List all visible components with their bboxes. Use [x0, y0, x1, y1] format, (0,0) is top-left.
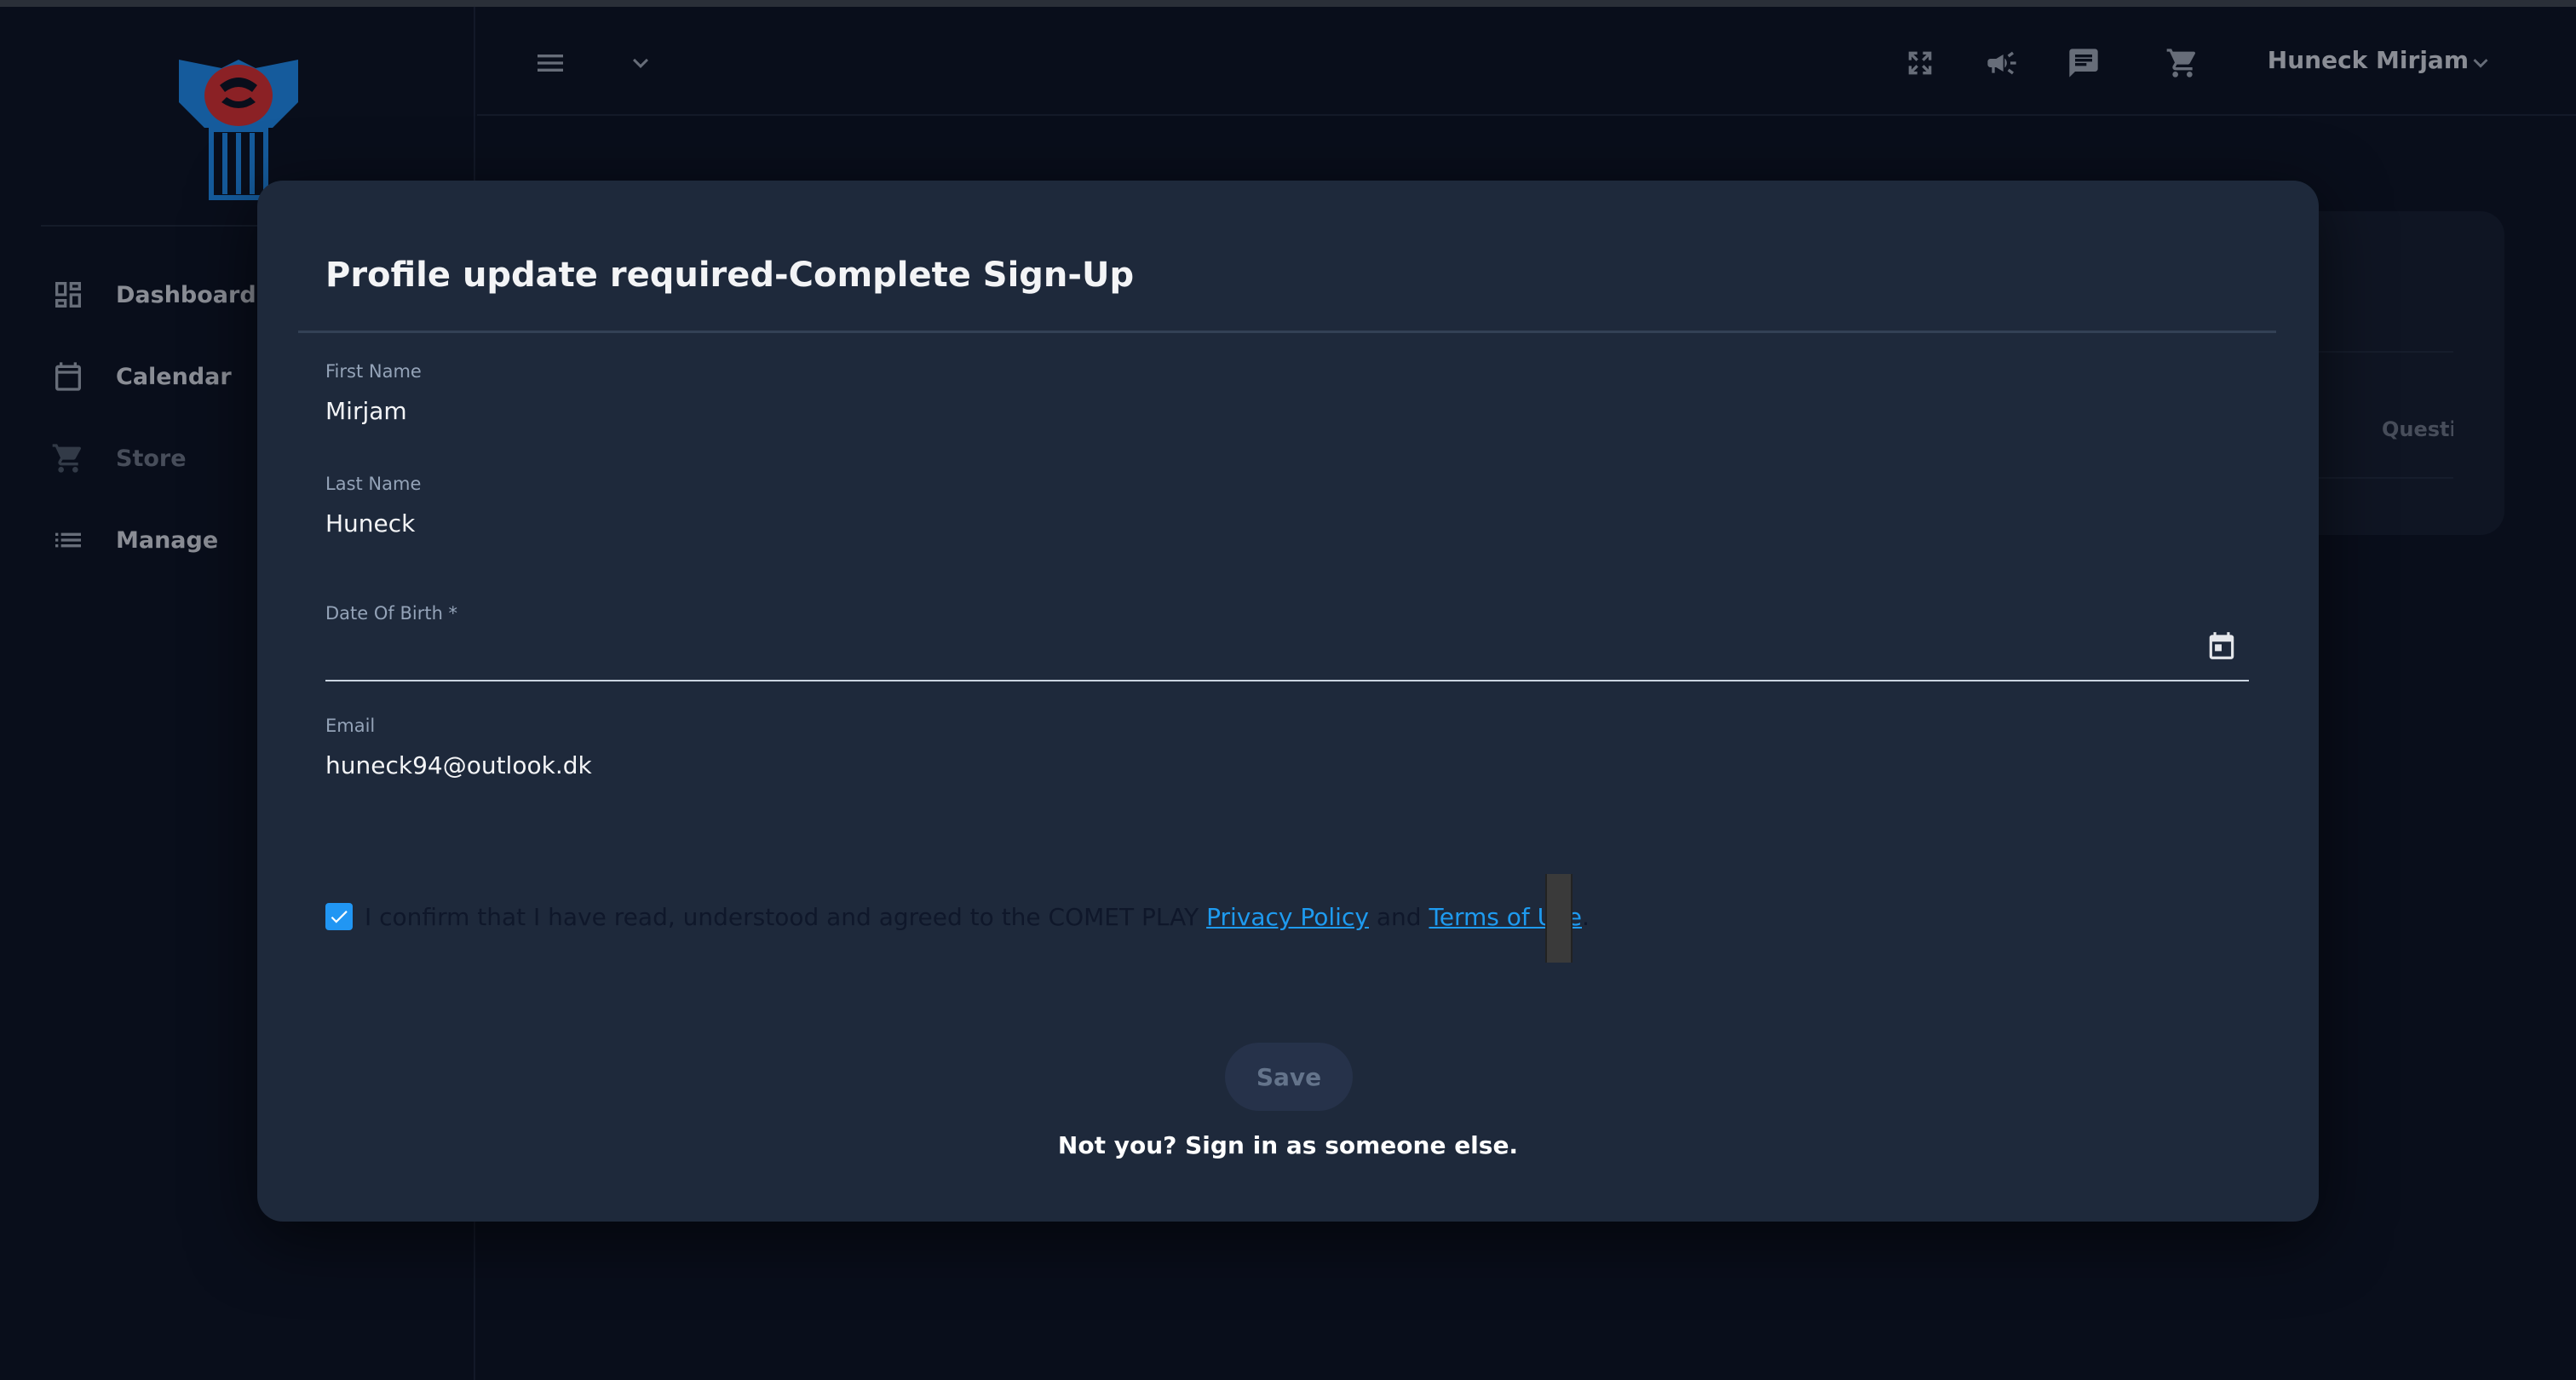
consent-and: and — [1376, 902, 1422, 931]
dob-input[interactable] — [325, 627, 2199, 678]
checkmark-icon — [331, 911, 348, 923]
dob-underline — [325, 680, 2249, 681]
calendar-icon[interactable] — [2203, 627, 2240, 664]
consent-text: I confirm that I have read, understood a… — [365, 902, 1199, 931]
modal-title: Profile update required-Complete Sign-Up — [325, 256, 1135, 295]
dob-label: Date Of Birth * — [325, 603, 458, 624]
last-name-label: Last Name — [325, 474, 422, 494]
save-button[interactable]: Save — [1225, 1043, 1353, 1111]
first-name-label: First Name — [325, 361, 422, 382]
signup-modal: Profile update required-Complete Sign-Up… — [257, 181, 2319, 1222]
app-root: Dashboard Calendar Store Manage Huneck M… — [0, 0, 2576, 1380]
email-label: Email — [325, 716, 376, 736]
first-name-field[interactable]: Mirjam — [325, 397, 407, 425]
modal-divider — [298, 331, 2276, 333]
email-field[interactable]: huneck94@outlook.dk — [325, 751, 592, 779]
privacy-policy-link[interactable]: Privacy Policy — [1206, 903, 1369, 931]
consent-end: . — [1582, 902, 1590, 931]
text-cursor-block — [1545, 874, 1573, 963]
last-name-field[interactable]: Huneck — [325, 509, 415, 538]
consent-row: I confirm that I have read, understood a… — [325, 900, 1590, 934]
consent-checkbox[interactable] — [325, 903, 353, 930]
sign-in-other-link[interactable]: Not you? Sign in as someone else. — [257, 1131, 2319, 1159]
